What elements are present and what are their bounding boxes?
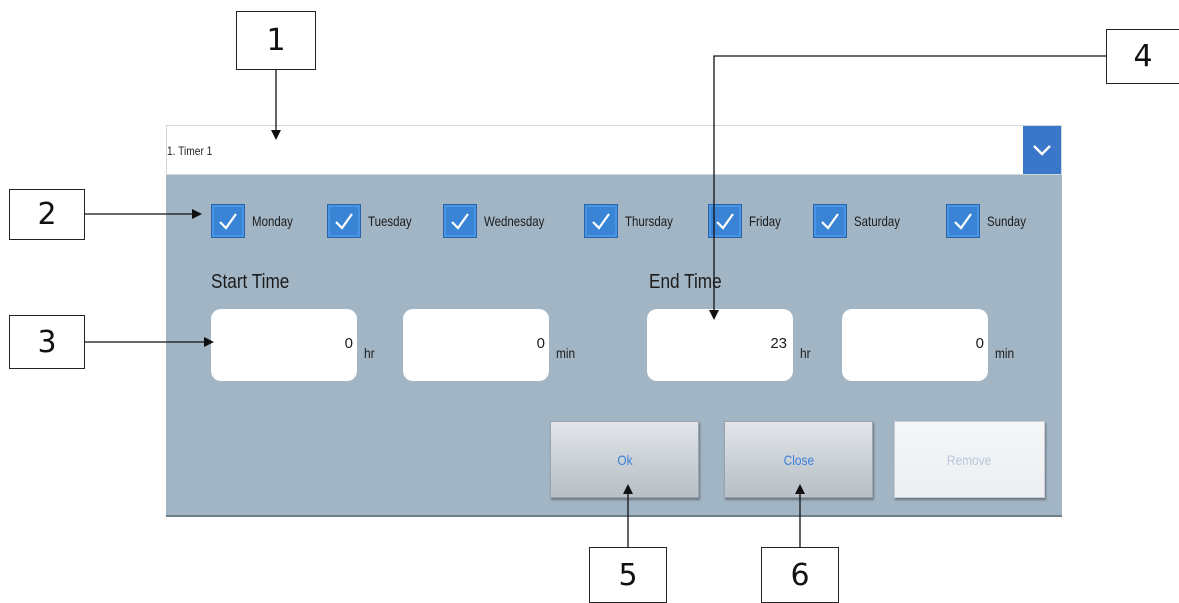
day-saturday[interactable]: Saturday [813, 203, 910, 239]
checkmark-icon [335, 213, 353, 230]
ok-button-label: Ok [616, 451, 633, 468]
start-hours-unit: hr [364, 345, 375, 361]
timer-select[interactable]: 1. Timer 1 [166, 125, 1062, 175]
checkbox-tuesday[interactable] [327, 204, 361, 238]
start-minutes-value: 0 [536, 335, 545, 352]
day-label-sunday: Sunday [987, 213, 1026, 229]
day-label-friday: Friday [749, 213, 781, 229]
end-minutes-value: 0 [975, 335, 984, 352]
checkbox-thursday[interactable] [584, 204, 618, 238]
end-hours-input[interactable]: 23 [647, 309, 793, 381]
day-label-monday: Monday [252, 213, 293, 229]
timer-select-value: 1. Timer 1 [167, 144, 213, 158]
end-minutes-input[interactable]: 0 [842, 309, 988, 381]
end-time-label: End Time [649, 271, 722, 293]
checkmark-icon [451, 213, 469, 230]
day-sunday[interactable]: Sunday [946, 203, 1034, 239]
figure: 1 2 3 4 5 6 1. Timer 1 Monday Tuesday We… [0, 0, 1179, 603]
remove-button-label: Remove [947, 451, 992, 468]
start-minutes-input[interactable]: 0 [403, 309, 549, 381]
checkmark-icon [954, 213, 972, 230]
remove-button: Remove [894, 421, 1045, 498]
checkmark-icon [219, 213, 237, 230]
day-tuesday[interactable]: Tuesday [327, 203, 421, 239]
callout-6: 6 [761, 547, 839, 603]
checkbox-wednesday[interactable] [443, 204, 477, 238]
checkmark-icon [716, 213, 734, 230]
ok-button[interactable]: Ok [550, 421, 699, 498]
day-label-tuesday: Tuesday [368, 213, 412, 229]
day-label-saturday: Saturday [854, 213, 900, 229]
dropdown-button[interactable] [1023, 126, 1061, 174]
day-label-wednesday: Wednesday [484, 213, 545, 229]
chevron-down-icon [1033, 145, 1051, 156]
start-minutes-unit: min [556, 345, 576, 361]
day-monday[interactable]: Monday [211, 203, 302, 239]
checkbox-friday[interactable] [708, 204, 742, 238]
day-friday[interactable]: Friday [708, 203, 788, 239]
end-hours-value: 23 [770, 335, 787, 352]
checkbox-saturday[interactable] [813, 204, 847, 238]
end-minutes-unit: min [995, 345, 1015, 361]
checkbox-monday[interactable] [211, 204, 245, 238]
close-button-label: Close [783, 451, 814, 468]
end-hours-unit: hr [800, 345, 811, 361]
callout-5: 5 [589, 547, 667, 603]
day-thursday[interactable]: Thursday [584, 203, 683, 239]
callout-2: 2 [9, 189, 85, 240]
checkbox-sunday[interactable] [946, 204, 980, 238]
callout-3: 3 [9, 315, 85, 369]
close-button[interactable]: Close [724, 421, 873, 498]
start-time-label: Start Time [211, 271, 290, 293]
callout-1: 1 [236, 11, 316, 70]
checkmark-icon [592, 213, 610, 230]
start-hours-input[interactable]: 0 [211, 309, 357, 381]
start-hours-value: 0 [344, 335, 353, 352]
day-label-thursday: Thursday [625, 213, 673, 229]
day-wednesday[interactable]: Wednesday [443, 203, 558, 239]
timer-dialog: 1. Timer 1 Monday Tuesday Wednesday Thur… [166, 125, 1062, 517]
callout-4: 4 [1106, 29, 1179, 84]
checkmark-icon [821, 213, 839, 230]
